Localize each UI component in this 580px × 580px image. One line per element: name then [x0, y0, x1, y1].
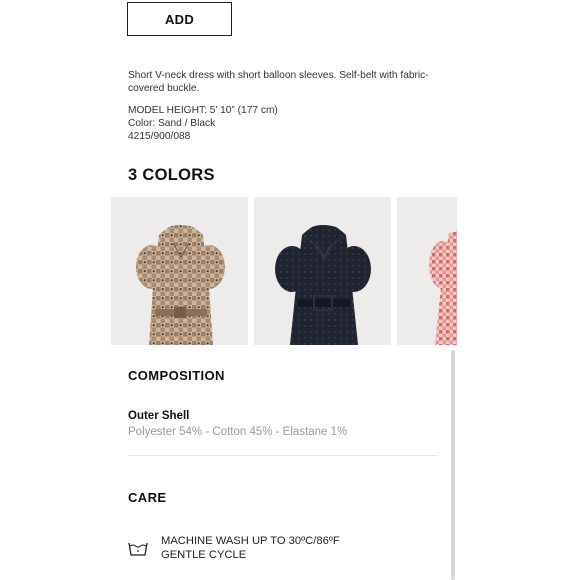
product-page: ADD Short V-neck dress with short balloo…	[0, 0, 580, 580]
left-margin	[0, 0, 111, 580]
color-label: Color: Sand / Black	[128, 118, 216, 129]
wash-tub-icon	[128, 541, 148, 557]
product-detail-panel: ADD Short V-neck dress with short balloo…	[111, 0, 457, 580]
colors-title: 3 COLORS	[128, 166, 215, 184]
scrollbar[interactable]	[451, 350, 455, 580]
model-height: MODEL HEIGHT: 5’ 10” (177 cm)	[128, 105, 278, 116]
section-divider	[128, 455, 438, 456]
reference-code: 4215/900/088	[128, 131, 191, 142]
add-button[interactable]: ADD	[127, 2, 232, 36]
care-line-1: MACHINE WASH UP TO 30ºC/86ºF	[161, 535, 340, 547]
right-margin	[457, 0, 580, 580]
dress-black-image	[254, 197, 391, 345]
swatch-sand-black[interactable]	[111, 197, 248, 345]
swatch-black[interactable]	[254, 197, 391, 345]
care-line-2: GENTLE CYCLE	[161, 549, 247, 561]
swatch-red[interactable]	[397, 197, 457, 345]
composition-title: COMPOSITION	[128, 368, 225, 383]
product-meta: MODEL HEIGHT: 5’ 10” (177 cm) Color: San…	[128, 104, 444, 143]
dress-red-image	[397, 197, 457, 345]
product-description: Short V-neck dress with short balloon sl…	[128, 70, 429, 94]
dress-sand-image	[111, 197, 248, 345]
care-title: CARE	[128, 490, 167, 505]
color-swatches	[111, 197, 457, 345]
care-text: MACHINE WASH UP TO 30ºC/86ºF GENTLE CYCL…	[161, 534, 340, 562]
outer-shell-value: Polyester 54% - Cotton 45% - Elastane 1%	[128, 426, 348, 438]
care-instruction: MACHINE WASH UP TO 30ºC/86ºF GENTLE CYCL…	[128, 534, 438, 570]
outer-shell-label: Outer Shell	[128, 410, 190, 422]
